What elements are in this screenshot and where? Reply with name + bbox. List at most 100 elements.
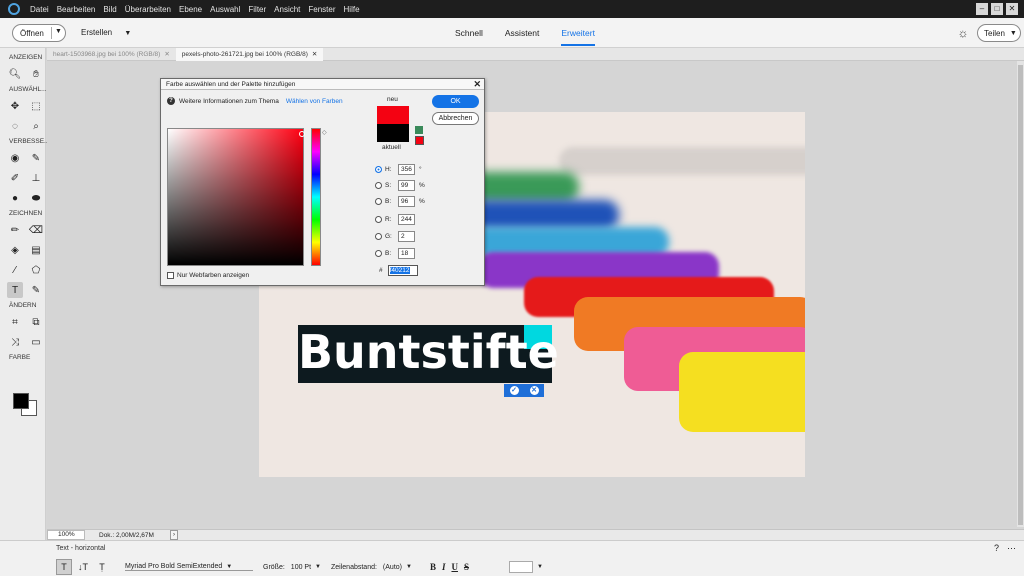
saturation-brightness-field[interactable] bbox=[167, 128, 305, 266]
web-safe-cube-icon[interactable] bbox=[415, 126, 423, 134]
chevron-down-icon[interactable]: ▼ bbox=[315, 564, 321, 570]
type-tool-icon[interactable]: T bbox=[7, 282, 23, 298]
menu-file[interactable]: Datei bbox=[30, 5, 49, 14]
shape-tool-icon[interactable]: ⬠ bbox=[28, 262, 44, 278]
vertical-type-icon[interactable]: ↓T bbox=[75, 559, 91, 575]
menu-edit[interactable]: Bearbeiten bbox=[57, 5, 96, 14]
close-icon[interactable]: ✕ bbox=[164, 51, 169, 58]
document-tab-active[interactable]: pexels-photo-261721.jpg bei 100% (RGB/8)… bbox=[175, 48, 324, 61]
hue-radio[interactable] bbox=[375, 165, 382, 173]
vertical-scrollbar[interactable] bbox=[1017, 61, 1024, 527]
brush-tool-icon[interactable]: ✏︎ bbox=[7, 222, 23, 238]
brightness-radio[interactable] bbox=[375, 197, 382, 205]
menu-image[interactable]: Bild bbox=[103, 5, 116, 14]
type-mask-icon[interactable]: Ṭ bbox=[94, 559, 110, 575]
close-icon[interactable]: ✕ bbox=[473, 79, 481, 90]
web-colors-option[interactable]: Nur Webfarben anzeigen bbox=[167, 272, 249, 279]
text-layer-content[interactable]: Buntstifte bbox=[298, 323, 559, 381]
zoom-tool-icon[interactable]: 🔍︎ bbox=[7, 66, 23, 82]
red-input[interactable]: 244 bbox=[398, 213, 415, 225]
help-icon[interactable]: ? bbox=[994, 543, 999, 554]
brightness-input[interactable]: 96 bbox=[398, 195, 415, 207]
clone-stamp-icon[interactable]: ⊥ bbox=[28, 170, 44, 186]
blue-radio[interactable] bbox=[375, 249, 382, 257]
move-tool-icon[interactable]: ✥ bbox=[7, 98, 23, 114]
straighten-tool-icon[interactable]: ▭ bbox=[28, 334, 44, 350]
cancel-x-icon[interactable]: ✕ bbox=[529, 386, 539, 395]
smart-brush-icon[interactable]: ✐ bbox=[7, 170, 23, 186]
tab-expert[interactable]: Erweitert bbox=[561, 28, 595, 46]
hand-tool-icon[interactable]: ✋︎ bbox=[28, 66, 44, 82]
hue-slider[interactable] bbox=[311, 128, 321, 266]
green-radio[interactable] bbox=[375, 232, 382, 240]
menu-view[interactable]: Ansicht bbox=[274, 5, 300, 14]
current-color-swatch[interactable] bbox=[377, 124, 409, 142]
underline-button[interactable]: U bbox=[451, 562, 458, 572]
minimize-icon[interactable]: – bbox=[976, 3, 988, 15]
blue-input[interactable]: 18 bbox=[398, 247, 415, 259]
red-eye-icon[interactable]: ◉ bbox=[7, 150, 23, 166]
share-button[interactable]: Teilen ▼ bbox=[977, 24, 1021, 42]
crop-tool-icon[interactable]: ⌗ bbox=[7, 314, 23, 330]
bold-button[interactable]: B bbox=[430, 562, 436, 572]
info-link[interactable]: Wählen von Farben bbox=[286, 98, 343, 105]
chevron-down-icon[interactable]: ▼ bbox=[406, 564, 412, 570]
document-tab[interactable]: heart-1503968.jpg bei 100% (RGB/8) ✕ bbox=[47, 48, 176, 61]
gradient-tool-icon[interactable]: ▤ bbox=[28, 242, 44, 258]
web-colors-checkbox[interactable] bbox=[167, 272, 174, 279]
saturation-input[interactable]: 99 bbox=[398, 179, 415, 191]
saturation-radio[interactable] bbox=[375, 181, 382, 189]
zoom-field[interactable]: 100% bbox=[47, 530, 85, 540]
foreground-color-swatch[interactable] bbox=[13, 393, 29, 409]
spot-healing-icon[interactable]: ✎ bbox=[28, 150, 44, 166]
tab-quick[interactable]: Schnell bbox=[455, 28, 483, 46]
recompose-tool-icon[interactable]: ⧉ bbox=[28, 314, 44, 330]
chevron-down-icon[interactable]: ▼ bbox=[537, 564, 543, 570]
cancel-button[interactable]: Abbrechen bbox=[432, 112, 479, 125]
close-icon[interactable]: ✕ bbox=[312, 51, 317, 58]
scrollbar-thumb[interactable] bbox=[1018, 65, 1023, 525]
red-field-row: R: 244 bbox=[375, 213, 415, 225]
red-radio[interactable] bbox=[375, 215, 382, 223]
font-family-select[interactable]: Myriad Pro Bold SemiExtended ▼ bbox=[125, 563, 253, 571]
hex-input[interactable]: f40212 bbox=[387, 265, 418, 276]
chevron-down-icon[interactable]: ▼ bbox=[55, 28, 62, 35]
font-size-value[interactable]: 100 Pt bbox=[291, 564, 311, 571]
menu-window[interactable]: Fenster bbox=[308, 5, 335, 14]
menu-enhance[interactable]: Überarbeiten bbox=[125, 5, 171, 14]
leading-value[interactable]: (Auto) bbox=[383, 564, 402, 571]
content-move-icon[interactable]: ⤨ bbox=[7, 334, 23, 350]
brightness-icon[interactable]: ☼ bbox=[956, 26, 970, 40]
green-input[interactable]: 2 bbox=[398, 230, 415, 242]
open-button[interactable]: Öffnen ▼ bbox=[12, 24, 66, 42]
close-window-icon[interactable]: ✕ bbox=[1006, 3, 1018, 15]
menu-filter[interactable]: Filter bbox=[248, 5, 266, 14]
eraser-tool-icon[interactable]: ⌫ bbox=[28, 222, 44, 238]
marquee-tool-icon[interactable]: ⬚ bbox=[28, 98, 44, 114]
gamut-warning-swatch[interactable] bbox=[415, 136, 424, 145]
options-menu-icon[interactable]: ⋯ bbox=[1007, 543, 1016, 554]
menu-layer[interactable]: Ebene bbox=[179, 5, 202, 14]
text-color-field[interactable] bbox=[508, 561, 533, 573]
chevron-right-icon[interactable]: › bbox=[170, 530, 178, 540]
blur-tool-icon[interactable]: ● bbox=[7, 190, 23, 206]
tab-guided[interactable]: Assistent bbox=[505, 28, 540, 46]
strikethrough-button[interactable]: S bbox=[464, 562, 469, 572]
ok-button[interactable]: OK bbox=[432, 95, 479, 108]
commit-check-icon[interactable]: ✓ bbox=[509, 386, 519, 395]
italic-button[interactable]: I bbox=[442, 562, 446, 572]
eyedropper-icon[interactable]: ⁄ bbox=[7, 262, 23, 278]
hue-input[interactable]: 356 bbox=[398, 163, 415, 175]
horizontal-type-icon[interactable]: T bbox=[56, 559, 72, 575]
menu-help[interactable]: Hilfe bbox=[344, 5, 360, 14]
create-button[interactable]: Erstellen ▼ bbox=[81, 28, 131, 37]
sponge-tool-icon[interactable]: ⬬ bbox=[28, 190, 44, 206]
pencil-tool-icon[interactable]: ✎ bbox=[28, 282, 44, 298]
maximize-icon[interactable]: □ bbox=[991, 3, 1003, 15]
menu-select[interactable]: Auswahl bbox=[210, 5, 240, 14]
color-picker-handle[interactable] bbox=[299, 131, 305, 137]
paint-bucket-icon[interactable]: ◈ bbox=[7, 242, 23, 258]
lasso-tool-icon[interactable]: ◌ bbox=[7, 118, 23, 134]
hue-slider-handle-icon[interactable]: ◇ bbox=[322, 129, 327, 136]
quick-select-icon[interactable]: ⌕ bbox=[28, 118, 44, 134]
